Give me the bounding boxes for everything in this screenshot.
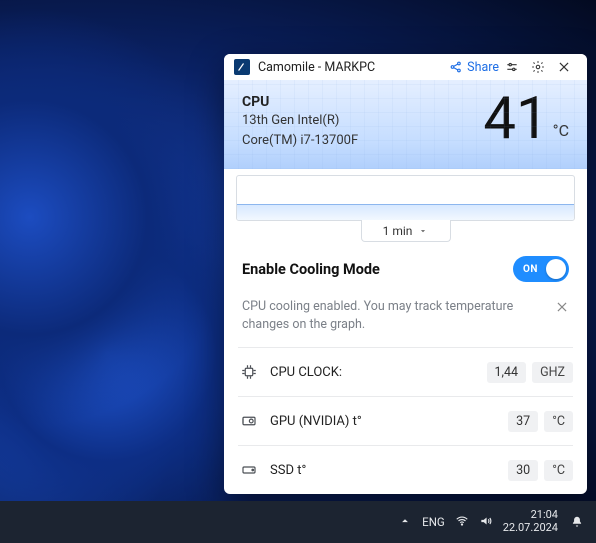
language-indicator[interactable]: ENG (422, 515, 445, 529)
cpu-temp: 41 °C (483, 90, 569, 148)
clock[interactable]: 21:04 22.07.2024 (503, 509, 558, 534)
gpu-value: 37 (508, 411, 538, 432)
volume-button[interactable] (479, 514, 493, 531)
sliders-button[interactable] (499, 54, 525, 80)
share-label: Share (467, 60, 499, 75)
chart-area: 1 min (224, 169, 587, 242)
stat-row-cpu-clock: CPU CLOCK: 1,44 GHZ (224, 348, 587, 396)
settings-button[interactable] (525, 54, 551, 80)
share-icon (449, 60, 463, 74)
system-tray: ENG 21:04 22.07.2024 (398, 509, 586, 534)
gear-icon (531, 60, 545, 74)
cooling-toggle-row: Enable Cooling Mode ON (224, 242, 587, 290)
cpu-temp-value: 41 (483, 90, 548, 148)
notifications-button[interactable] (568, 513, 586, 531)
stat-row-gpu: GPU (NVIDIA) t° 37 °C (224, 397, 587, 445)
cpu-icon (238, 361, 260, 383)
cpu-clock-value: 1,44 (487, 362, 527, 383)
titlebar: Camomile - MARKPC Share (224, 54, 587, 80)
window-title: Camomile - MARKPC (258, 60, 375, 75)
sliders-icon (505, 60, 519, 74)
wifi-button[interactable] (455, 514, 469, 531)
toggle-knob (546, 259, 566, 279)
wifi-icon (455, 514, 469, 528)
cooling-notice: CPU cooling enabled. You may track tempe… (224, 290, 587, 347)
close-button[interactable] (551, 54, 577, 80)
cooling-toggle-label: Enable Cooling Mode (242, 261, 380, 278)
cooling-notice-text: CPU cooling enabled. You may track tempe… (242, 298, 545, 333)
cpu-clock-label: CPU CLOCK: (270, 365, 487, 380)
cpu-header: CPU 13th Gen Intel(R) Core(TM) i7-13700F… (224, 80, 587, 169)
toggle-on-text: ON (523, 256, 538, 282)
ssd-value: 30 (508, 460, 538, 481)
gpu-unit: °C (544, 411, 573, 432)
cooling-toggle[interactable]: ON (513, 256, 569, 282)
notice-close-button[interactable] (555, 300, 569, 314)
ssd-label: SSD t° (270, 463, 508, 478)
temperature-chart (236, 175, 575, 221)
app-icon (234, 59, 250, 75)
chart-range-label: 1 min (383, 224, 413, 238)
volume-icon (479, 514, 493, 528)
ssd-unit: °C (544, 460, 573, 481)
clock-date: 22.07.2024 (503, 522, 558, 535)
ssd-icon (238, 459, 260, 481)
chevron-up-icon (398, 514, 412, 528)
tray-overflow-button[interactable] (398, 514, 412, 531)
stat-row-ssd: SSD t° 30 °C (224, 446, 587, 494)
chart-range-selector[interactable]: 1 min (361, 220, 451, 242)
bell-icon (570, 515, 584, 529)
taskbar: ENG 21:04 22.07.2024 (0, 501, 596, 543)
chart-line (237, 204, 574, 220)
gpu-label: GPU (NVIDIA) t° (270, 414, 508, 429)
close-icon (557, 60, 571, 74)
cpu-clock-unit: GHZ (532, 362, 573, 383)
gpu-icon (238, 410, 260, 432)
app-window: Camomile - MARKPC Share CPU (224, 54, 587, 494)
chevron-down-icon (418, 226, 428, 236)
cpu-temp-unit: °C (553, 121, 569, 148)
share-button[interactable]: Share (449, 60, 499, 75)
close-icon (555, 300, 569, 314)
